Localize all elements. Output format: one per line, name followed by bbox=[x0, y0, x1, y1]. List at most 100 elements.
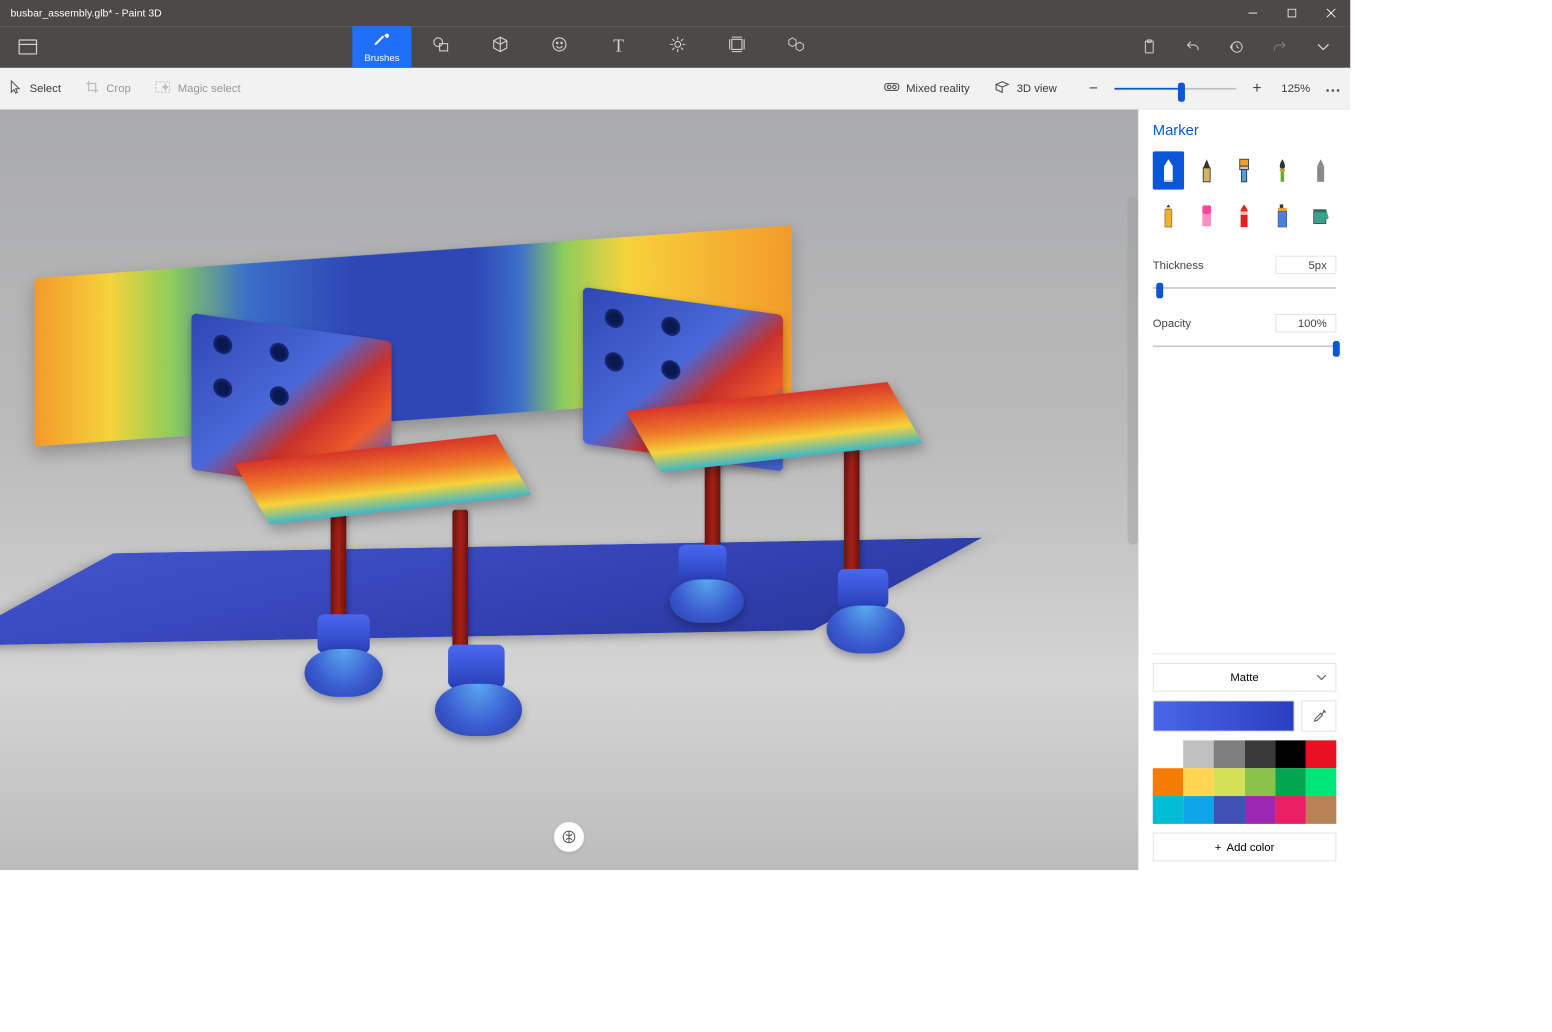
ribbon-tabs: Brushes T bbox=[352, 26, 825, 68]
color-swatch[interactable] bbox=[1306, 768, 1337, 796]
window-title: busbar_assembly.glb* - Paint 3D bbox=[10, 7, 1232, 19]
select-tool[interactable]: Select bbox=[10, 80, 61, 97]
tab-canvas[interactable] bbox=[707, 26, 766, 68]
color-swatch[interactable] bbox=[1306, 740, 1337, 768]
thickness-control: Thickness 5px bbox=[1153, 256, 1337, 295]
thickness-label: Thickness bbox=[1153, 258, 1204, 271]
color-swatch[interactable] bbox=[1245, 740, 1276, 768]
brush-spray[interactable] bbox=[1267, 197, 1298, 235]
undo-button[interactable] bbox=[1171, 26, 1215, 68]
mixed-reality-label: Mixed reality bbox=[906, 82, 969, 95]
library-icon bbox=[787, 36, 804, 58]
zoom-in-button[interactable]: + bbox=[1245, 76, 1269, 100]
maximize-button[interactable] bbox=[1272, 0, 1311, 26]
text-icon: T bbox=[613, 37, 624, 57]
3d-view-toggle[interactable] bbox=[553, 821, 584, 852]
paste-button[interactable] bbox=[1128, 26, 1172, 68]
brush-crayon[interactable] bbox=[1229, 197, 1260, 235]
color-palette bbox=[1153, 740, 1337, 824]
tab-3d-library[interactable] bbox=[766, 26, 825, 68]
crop-label: Crop bbox=[106, 82, 131, 95]
color-swatch[interactable] bbox=[1275, 740, 1306, 768]
color-swatch[interactable] bbox=[1183, 740, 1214, 768]
material-dropdown[interactable]: Matte bbox=[1153, 663, 1337, 692]
expand-button[interactable] bbox=[1302, 26, 1346, 68]
eyedropper-button[interactable] bbox=[1302, 700, 1337, 731]
properties-panel: Marker bbox=[1138, 110, 1350, 870]
history-button[interactable] bbox=[1215, 26, 1259, 68]
brush-marker[interactable] bbox=[1153, 151, 1184, 189]
color-swatch[interactable] bbox=[1183, 796, 1214, 824]
main-area: Marker bbox=[0, 110, 1350, 870]
opacity-value[interactable]: 100% bbox=[1275, 314, 1336, 332]
color-swatch[interactable] bbox=[1275, 768, 1306, 796]
brush-calligraphy[interactable] bbox=[1191, 151, 1222, 189]
brush-oil[interactable] bbox=[1229, 151, 1260, 189]
3d-view-label: 3D view bbox=[1017, 82, 1057, 95]
add-color-button[interactable]: + Add color bbox=[1153, 833, 1337, 862]
thickness-value[interactable]: 5px bbox=[1275, 256, 1336, 274]
opacity-slider[interactable] bbox=[1153, 339, 1337, 353]
canvas-scrollbar[interactable] bbox=[1128, 197, 1138, 545]
crop-icon bbox=[85, 80, 99, 97]
view-3d-icon bbox=[994, 81, 1010, 96]
mixed-reality-icon bbox=[884, 81, 900, 96]
color-swatch[interactable] bbox=[1214, 796, 1245, 824]
3d-view-button[interactable]: 3D view bbox=[994, 81, 1057, 96]
color-swatch[interactable] bbox=[1153, 768, 1184, 796]
brush-watercolor[interactable] bbox=[1267, 151, 1298, 189]
crop-tool[interactable]: Crop bbox=[85, 80, 130, 97]
menu-button[interactable] bbox=[5, 26, 50, 68]
tab-stickers[interactable] bbox=[530, 26, 589, 68]
color-swatch[interactable] bbox=[1245, 768, 1276, 796]
color-swatch[interactable] bbox=[1183, 768, 1214, 796]
color-swatch[interactable] bbox=[1275, 796, 1306, 824]
effects-icon bbox=[669, 36, 686, 58]
more-options-button[interactable] bbox=[1326, 82, 1340, 95]
select-label: Select bbox=[30, 82, 61, 95]
opacity-control: Opacity 100% bbox=[1153, 314, 1337, 353]
title-bar: busbar_assembly.glb* - Paint 3D bbox=[0, 0, 1350, 26]
pointer-icon bbox=[10, 80, 22, 97]
brush-pixel[interactable] bbox=[1305, 151, 1336, 189]
close-button[interactable] bbox=[1311, 0, 1350, 26]
color-swatch[interactable] bbox=[1245, 796, 1276, 824]
magic-label: Magic select bbox=[178, 82, 241, 95]
sub-toolbar: Select Crop Magic select Mixed reality 3… bbox=[0, 68, 1350, 110]
tab-text[interactable]: T bbox=[589, 26, 648, 68]
canvas[interactable] bbox=[0, 110, 1138, 870]
color-swatch[interactable] bbox=[1153, 796, 1184, 824]
redo-button[interactable] bbox=[1258, 26, 1302, 68]
zoom-value: 125% bbox=[1281, 82, 1310, 95]
canvas-icon bbox=[728, 36, 745, 58]
brush-pencil[interactable] bbox=[1153, 197, 1184, 235]
sticker-icon bbox=[551, 36, 568, 58]
chevron-down-icon bbox=[1316, 671, 1326, 684]
color-swatch[interactable] bbox=[1214, 768, 1245, 796]
brush-icon bbox=[373, 30, 390, 52]
zoom-control: − + 125% bbox=[1081, 76, 1340, 100]
color-swatch[interactable] bbox=[1153, 740, 1184, 768]
add-color-label: Add color bbox=[1227, 840, 1275, 853]
zoom-out-button[interactable]: − bbox=[1081, 76, 1105, 100]
ribbon-right bbox=[1128, 26, 1346, 68]
tab-effects[interactable] bbox=[648, 26, 707, 68]
zoom-slider[interactable] bbox=[1114, 80, 1236, 97]
magic-icon bbox=[155, 81, 171, 96]
color-swatch[interactable] bbox=[1306, 796, 1337, 824]
brush-fill[interactable] bbox=[1305, 197, 1336, 235]
brush-picker bbox=[1153, 151, 1337, 235]
mixed-reality-button[interactable]: Mixed reality bbox=[884, 81, 970, 96]
3d-model[interactable] bbox=[26, 179, 966, 805]
magic-select-tool[interactable]: Magic select bbox=[155, 81, 240, 96]
color-swatch[interactable] bbox=[1214, 740, 1245, 768]
tab-brushes[interactable]: Brushes bbox=[352, 26, 411, 68]
shapes-2d-icon bbox=[432, 36, 449, 58]
tab-3d-shapes[interactable] bbox=[471, 26, 530, 68]
tab-2d-shapes[interactable] bbox=[412, 26, 471, 68]
minimize-button[interactable] bbox=[1233, 0, 1272, 26]
cube-icon bbox=[492, 36, 509, 58]
brush-eraser[interactable] bbox=[1191, 197, 1222, 235]
thickness-slider[interactable] bbox=[1153, 281, 1337, 295]
current-color[interactable] bbox=[1153, 700, 1295, 731]
